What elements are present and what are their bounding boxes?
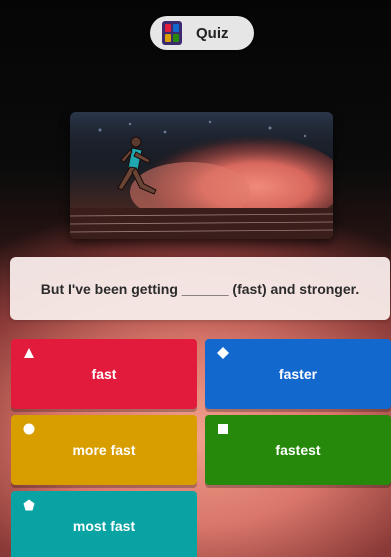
pentagon-icon bbox=[23, 499, 35, 511]
quiz-header-pill[interactable]: Quiz bbox=[150, 16, 254, 50]
answer-label: faster bbox=[278, 366, 318, 382]
square-icon bbox=[218, 424, 228, 434]
answer-option-most-fast[interactable]: most fast bbox=[11, 491, 197, 557]
answer-option-fast[interactable]: fast bbox=[11, 339, 197, 409]
quiz-title: Quiz bbox=[196, 24, 229, 42]
question-image bbox=[70, 112, 333, 239]
triangle-icon bbox=[24, 348, 34, 358]
answer-label: fast bbox=[91, 366, 117, 382]
answer-option-fastest[interactable]: fastest bbox=[205, 415, 391, 485]
question-hint: (fast) bbox=[232, 280, 267, 297]
answer-label: most fast bbox=[72, 518, 136, 534]
sprinter-image-icon bbox=[70, 112, 333, 239]
answer-option-more-fast[interactable]: more fast bbox=[11, 415, 197, 485]
answer-label: more fast bbox=[72, 442, 136, 458]
question-text: But I've been getting ______ (fast) and … bbox=[40, 280, 360, 297]
answer-option-faster[interactable]: faster bbox=[205, 339, 391, 409]
diamond-icon bbox=[217, 347, 229, 359]
circle-icon bbox=[23, 423, 35, 435]
question-card: But I've been getting ______ (fast) and … bbox=[10, 257, 390, 320]
quiz-app-icon bbox=[162, 21, 182, 45]
answer-label: fastest bbox=[275, 442, 321, 458]
